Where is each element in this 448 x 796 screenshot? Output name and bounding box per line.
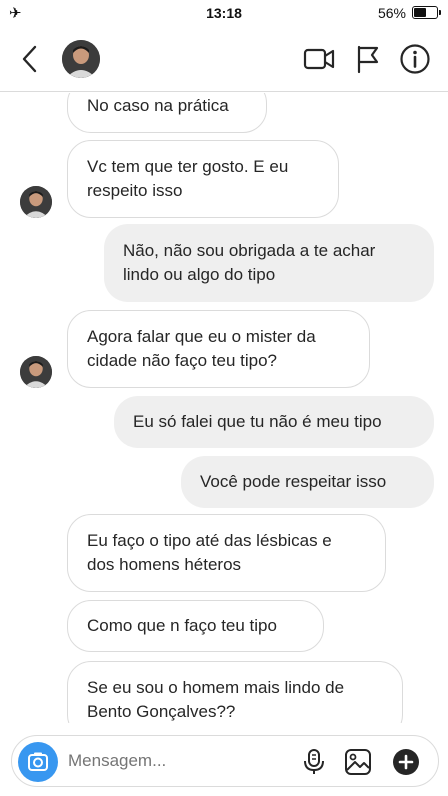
message-composer — [11, 735, 439, 787]
avatar[interactable] — [20, 186, 52, 218]
camera-icon[interactable] — [18, 742, 58, 782]
message-bubble-incoming[interactable]: Eu faço o tipo até das lésbicas e dos hom… — [67, 514, 386, 592]
message-text-line: cidade não faço teu tipo? — [87, 351, 277, 370]
message-text: Eu só falei que tu não é meu tipo — [133, 412, 382, 431]
message-text-line: Vc tem que ter gosto. E eu — [87, 157, 289, 176]
flag-icon[interactable] — [355, 44, 381, 74]
message-bubble-incoming[interactable]: Agora falar que eu o mister da cidade não… — [67, 310, 370, 388]
avatar[interactable] — [20, 356, 52, 388]
gallery-icon[interactable] — [344, 748, 372, 776]
avatar[interactable] — [62, 40, 100, 78]
message-text: Como que n faço teu tipo — [87, 616, 277, 635]
status-bar: ✈ 13:18 56% — [0, 0, 448, 26]
message-text-line: Eu faço o tipo até das lésbicas e — [87, 531, 332, 550]
message-bubble-outgoing[interactable]: Você pode respeitar isso — [181, 456, 434, 508]
message-text-line: Se eu sou o homem mais lindo de — [87, 678, 345, 697]
chevron-left-icon[interactable] — [16, 43, 44, 75]
message-input[interactable] — [68, 751, 288, 771]
message-text-line: dos homens héteros — [87, 555, 242, 574]
message-bubble-outgoing[interactable]: Não, não sou obrigada a te achar lindo ou… — [104, 224, 434, 302]
message-bubble-outgoing[interactable]: Eu só falei que tu não é meu tipo — [114, 396, 434, 448]
message-text: No caso na prática — [87, 96, 229, 115]
info-icon[interactable] — [399, 43, 431, 75]
contact-name-redacted — [104, 36, 288, 82]
message-bubble-incoming[interactable]: No caso na prática — [67, 93, 267, 133]
message-text-line: Bento Gonçalves?? — [87, 702, 236, 721]
microphone-icon[interactable] — [302, 748, 326, 776]
message-text-line: Não, não sou obrigada a te achar — [123, 241, 376, 260]
conversation-header — [0, 26, 448, 92]
battery-level-fill — [414, 8, 426, 17]
message-text-line: Agora falar que eu o mister da — [87, 327, 316, 346]
message-thread[interactable]: No caso na prática Vc tem que ter gosto.… — [0, 93, 448, 723]
message-text: Você pode respeitar isso — [200, 472, 387, 491]
message-bubble-incoming[interactable]: Vc tem que ter gosto. E eu respeito isso — [67, 140, 339, 218]
message-bubble-incoming[interactable]: Como que n faço teu tipo — [67, 600, 324, 652]
message-text-line: respeito isso — [87, 181, 183, 200]
video-camera-icon[interactable] — [303, 45, 335, 73]
message-text-line: lindo ou algo do tipo — [123, 265, 276, 284]
battery-icon — [412, 6, 441, 19]
message-bubble-incoming[interactable]: Se eu sou o homem mais lindo de Bento Gon… — [67, 661, 403, 723]
plus-icon[interactable] — [392, 748, 420, 776]
battery-percent: 56% — [377, 5, 406, 21]
